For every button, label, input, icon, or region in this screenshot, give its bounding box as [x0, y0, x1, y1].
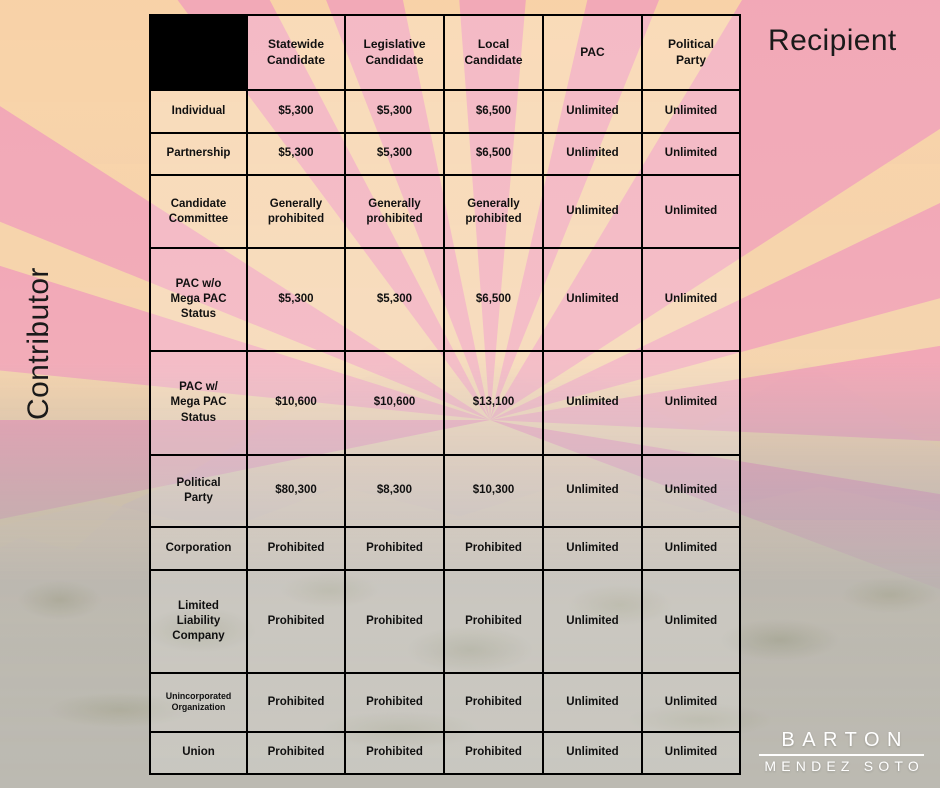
cell-r7-c1: Prohibited: [344, 568, 445, 674]
table-row: Unincorporated Organization Prohibited Proh…: [149, 671, 741, 733]
logo-secondary-name: MENDEZ SOTO: [764, 757, 924, 774]
table-row: Partnership $5,300 $5,300 $6,500 Unlimited Un…: [149, 131, 741, 177]
cell-r9-c1: Prohibited: [344, 730, 445, 776]
row-header-8: Unincorporated Organization: [149, 671, 248, 733]
cell-r9-c2: Prohibited: [443, 730, 544, 776]
column-header-4: Political Party: [641, 13, 741, 92]
cell-r7-c2: Prohibited: [443, 568, 544, 674]
cell-r2-c4: Unlimited: [641, 174, 741, 250]
cell-r0-c0: $5,300: [246, 89, 346, 134]
table-header-row: Statewide Candidate Legislative Candidate Lo…: [149, 13, 741, 92]
table-row: PAC w/Mega PAC Status $10,600 $10,600 $13,10…: [149, 350, 741, 456]
cell-r4-c2: $13,100: [443, 350, 544, 456]
cell-r4-c0: $10,600: [246, 350, 346, 456]
row-header-2: Candidate Committee: [149, 174, 248, 250]
row-header-4: PAC w/Mega PAC Status: [149, 350, 248, 456]
cell-r5-c4: Unlimited: [641, 453, 741, 529]
cell-r3-c1: $5,300: [344, 247, 445, 353]
table-row: Corporation Prohibited Prohibited Prohibite…: [149, 526, 741, 571]
cell-r1-c1: $5,300: [344, 131, 445, 177]
logo-divider-rule: [759, 754, 924, 756]
row-header-9: Union: [149, 730, 248, 776]
cell-r3-c3: Unlimited: [542, 247, 643, 353]
cell-r4-c3: Unlimited: [542, 350, 643, 456]
cell-r0-c4: Unlimited: [641, 89, 741, 134]
cell-r6-c4: Unlimited: [641, 526, 741, 571]
cell-r1-c3: Unlimited: [542, 131, 643, 177]
cell-r6-c2: Prohibited: [443, 526, 544, 571]
cell-r0-c3: Unlimited: [542, 89, 643, 134]
cell-r3-c2: $6,500: [443, 247, 544, 353]
recipient-axis-label: Recipient: [768, 24, 897, 57]
cell-r5-c1: $8,300: [344, 453, 445, 529]
row-header-1: Partnership: [149, 131, 248, 177]
cell-r5-c2: $10,300: [443, 453, 544, 529]
column-header-0: Statewide Candidate: [246, 13, 346, 92]
table-row: Union Prohibited Prohibited Prohibited Unlim…: [149, 730, 741, 776]
table-row: Individual $5,300 $5,300 $6,500 Unlimited Unl…: [149, 89, 741, 134]
contributor-axis-label: Contributor: [22, 267, 55, 420]
row-header-5: Political Party: [149, 453, 248, 529]
cell-r9-c3: Unlimited: [542, 730, 643, 776]
cell-r1-c2: $6,500: [443, 131, 544, 177]
cell-r6-c1: Prohibited: [344, 526, 445, 571]
cell-r8-c2: Prohibited: [443, 671, 544, 733]
cell-r9-c0: Prohibited: [246, 730, 346, 776]
cell-r4-c4: Unlimited: [641, 350, 741, 456]
cell-r7-c0: Prohibited: [246, 568, 346, 674]
table-row: Limited Liability Company Prohibited Prohibi…: [149, 568, 741, 674]
row-header-3: PAC w/o Mega PAC Status: [149, 247, 248, 353]
cell-r7-c3: Unlimited: [542, 568, 643, 674]
cell-r9-c4: Unlimited: [641, 730, 741, 776]
logo-primary-name: BARTON: [781, 729, 909, 752]
column-header-2: Local Candidate: [443, 13, 544, 92]
cell-r8-c3: Unlimited: [542, 671, 643, 733]
firm-logo-watermark: BARTON MENDEZ SOTO: [759, 729, 924, 774]
cell-r8-c0: Prohibited: [246, 671, 346, 733]
row-header-6: Corporation: [149, 526, 248, 571]
cell-r2-c3: Unlimited: [542, 174, 643, 250]
cell-r0-c2: $6,500: [443, 89, 544, 134]
cell-r2-c2: Generally prohibited: [443, 174, 544, 250]
column-header-3: PAC: [542, 13, 643, 92]
cell-r3-c0: $5,300: [246, 247, 346, 353]
contribution-limits-table: Statewide Candidate Legislative Candidate Lo…: [149, 13, 741, 776]
cell-r7-c4: Unlimited: [641, 568, 741, 674]
cell-r6-c3: Unlimited: [542, 526, 643, 571]
table-row: Candidate Committee Generally prohibited Gen…: [149, 174, 741, 250]
infographic-canvas: Recipient Contributor Statewide Candidate…: [0, 0, 940, 788]
cell-r4-c1: $10,600: [344, 350, 445, 456]
cell-r1-c0: $5,300: [246, 131, 346, 177]
cell-r8-c4: Unlimited: [641, 671, 741, 733]
cell-r0-c1: $5,300: [344, 89, 445, 134]
table-row: PAC w/o Mega PAC Status $5,300 $5,300 $6,500 U…: [149, 247, 741, 353]
row-header-0: Individual: [149, 89, 248, 134]
cell-r2-c1: Generally prohibited: [344, 174, 445, 250]
cell-r2-c0: Generally prohibited: [246, 174, 346, 250]
table-row: Political Party $80,300 $8,300 $10,300 Unlimi…: [149, 453, 741, 529]
cell-r8-c1: Prohibited: [344, 671, 445, 733]
cell-r5-c0: $80,300: [246, 453, 346, 529]
cell-r3-c4: Unlimited: [641, 247, 741, 353]
column-header-1: Legislative Candidate: [344, 13, 445, 92]
cell-r5-c3: Unlimited: [542, 453, 643, 529]
table-corner-cell: [149, 13, 248, 92]
row-header-7: Limited Liability Company: [149, 568, 248, 674]
cell-r1-c4: Unlimited: [641, 131, 741, 177]
cell-r6-c0: Prohibited: [246, 526, 346, 571]
